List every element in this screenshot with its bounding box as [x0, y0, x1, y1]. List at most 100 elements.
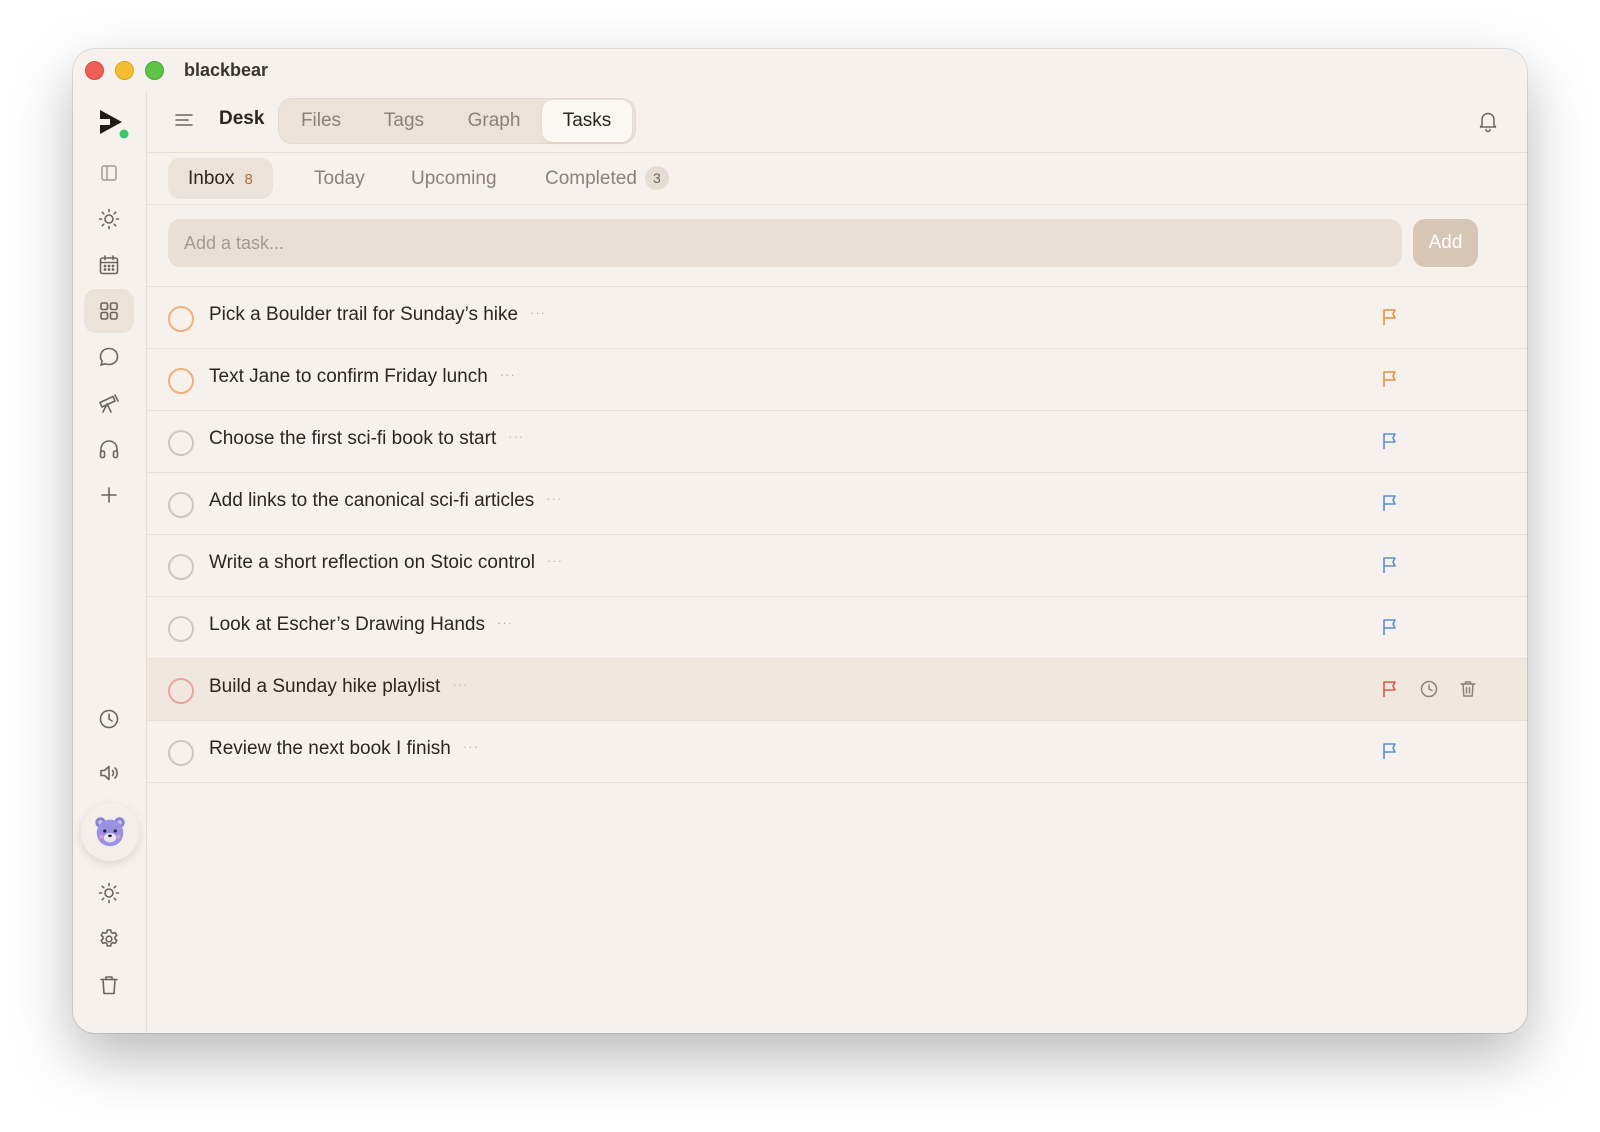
bear-avatar [95, 817, 125, 847]
add-task-row: Add [147, 205, 1527, 287]
telescope-icon [99, 394, 119, 413]
grid-icon [100, 302, 118, 320]
top-bar: Desk Files Tags Graph Tasks [147, 91, 1527, 153]
close-window-button[interactable] [85, 61, 104, 80]
logo-icon[interactable] [95, 105, 131, 141]
task-more-indicator[interactable]: ··· [508, 429, 524, 444]
task-row[interactable]: Choose the first sci-fi book to start ··· [147, 411, 1527, 473]
flag-icon[interactable] [1380, 741, 1400, 761]
zoom-window-button[interactable] [145, 61, 164, 80]
view-switcher: Files Tags Graph Tasks [278, 98, 636, 144]
inbox-count: 8 [244, 171, 253, 188]
subtab-completed[interactable]: Completed 3 [545, 158, 669, 199]
flag-icon[interactable] [1380, 617, 1400, 637]
settings-button[interactable] [84, 917, 134, 961]
task-more-indicator[interactable]: ··· [463, 739, 479, 754]
sidebar-item-sound[interactable] [84, 751, 134, 795]
sidebar-toggle-button[interactable] [84, 151, 134, 195]
task-title-text: Review the next book I finish [209, 738, 451, 759]
task-more-indicator[interactable]: ··· [530, 305, 546, 320]
task-title[interactable]: Add links to the canonical sci-fi articl… [209, 490, 562, 512]
tab-files[interactable]: Files [287, 99, 355, 143]
task-checkbox[interactable] [168, 306, 194, 332]
sidebar-item-chat[interactable] [84, 335, 134, 379]
task-title[interactable]: Review the next book I finish ··· [209, 738, 479, 760]
task-filter-tabs: Inbox 8 Today Upcoming Completed 3 [147, 153, 1527, 205]
sidebar-item-today[interactable] [84, 197, 134, 241]
task-title[interactable]: Choose the first sci-fi book to start ··· [209, 428, 524, 450]
task-checkbox[interactable] [168, 492, 194, 518]
tab-tasks[interactable]: Tasks [542, 100, 632, 142]
trash-button[interactable] [84, 963, 134, 1007]
tab-tags[interactable]: Tags [371, 99, 437, 143]
calendar-icon [99, 255, 119, 275]
app-window: blackbear Desk Files Tags Graph Tasks In… [73, 49, 1527, 1033]
sidebar-item-audio[interactable] [84, 427, 134, 471]
sidebar [73, 91, 147, 1033]
task-more-indicator[interactable]: ··· [497, 615, 513, 630]
desk-title: Desk [219, 108, 265, 129]
sidebar-toggle-icon [101, 165, 117, 181]
task-row[interactable]: Write a short reflection on Stoic contro… [147, 535, 1527, 597]
task-title[interactable]: Look at Escher’s Drawing Hands ··· [209, 614, 513, 636]
flag-icon[interactable] [1380, 307, 1400, 327]
task-checkbox[interactable] [168, 616, 194, 642]
task-row[interactable]: Text Jane to confirm Friday lunch ··· [147, 349, 1527, 411]
clock-icon [99, 709, 119, 729]
menu-icon[interactable] [173, 109, 195, 131]
tab-graph[interactable]: Graph [453, 99, 535, 143]
task-row[interactable]: Build a Sunday hike playlist ··· [147, 659, 1527, 721]
task-checkbox[interactable] [168, 554, 194, 580]
sidebar-add-button[interactable] [84, 473, 134, 517]
sidebar-item-history[interactable] [84, 697, 134, 741]
task-checkbox[interactable] [168, 368, 194, 394]
sidebar-item-calendar[interactable] [84, 243, 134, 287]
task-title-text: Look at Escher’s Drawing Hands [209, 614, 485, 635]
task-more-indicator[interactable]: ··· [452, 677, 468, 692]
subtab-inbox[interactable]: Inbox 8 [168, 158, 273, 199]
trash-icon[interactable] [1458, 679, 1478, 699]
flag-icon[interactable] [1380, 431, 1400, 451]
task-list: Pick a Boulder trail for Sunday’s hike ··… [147, 287, 1527, 783]
task-checkbox[interactable] [168, 740, 194, 766]
add-task-button[interactable]: Add [1413, 219, 1478, 267]
task-title-text: Build a Sunday hike playlist [209, 676, 441, 697]
flag-icon[interactable] [1380, 555, 1400, 575]
task-more-indicator[interactable]: ··· [546, 491, 562, 506]
task-title-text: Choose the first sci-fi book to start [209, 428, 497, 449]
task-row[interactable]: Pick a Boulder trail for Sunday’s hike ··… [147, 287, 1527, 349]
subtab-today[interactable]: Today [314, 158, 365, 199]
flag-icon[interactable] [1380, 369, 1400, 389]
task-title[interactable]: Build a Sunday hike playlist ··· [209, 676, 468, 698]
sidebar-item-desk[interactable] [84, 289, 134, 333]
sidebar-item-explore[interactable] [84, 381, 134, 425]
task-more-indicator[interactable]: ··· [500, 367, 516, 382]
task-row[interactable]: Review the next book I finish ··· [147, 721, 1527, 783]
add-task-input[interactable] [168, 219, 1402, 267]
flag-icon[interactable] [1380, 493, 1400, 513]
chat-icon [99, 347, 119, 366]
theme-toggle-button[interactable] [84, 871, 134, 915]
bell-icon[interactable] [1477, 109, 1499, 133]
task-title[interactable]: Text Jane to confirm Friday lunch ··· [209, 366, 516, 388]
title-bar: blackbear [73, 49, 1527, 91]
user-avatar[interactable] [81, 803, 139, 861]
task-row[interactable]: Add links to the canonical sci-fi articl… [147, 473, 1527, 535]
subtab-upcoming[interactable]: Upcoming [411, 158, 497, 199]
sun-icon [98, 882, 120, 904]
task-more-indicator[interactable]: ··· [547, 553, 563, 568]
minimize-window-button[interactable] [115, 61, 134, 80]
task-checkbox[interactable] [168, 430, 194, 456]
gear-icon [100, 929, 118, 947]
clock-icon[interactable] [1419, 679, 1439, 699]
plus-icon [101, 487, 117, 503]
trash-icon [100, 976, 118, 995]
completed-count-badge: 3 [644, 166, 669, 190]
app-title: blackbear [184, 60, 269, 80]
task-title[interactable]: Write a short reflection on Stoic contro… [209, 552, 563, 574]
task-title[interactable]: Pick a Boulder trail for Sunday’s hike ··… [209, 304, 546, 326]
sun-icon [98, 208, 120, 230]
flag-icon[interactable] [1380, 679, 1400, 699]
task-checkbox[interactable] [168, 678, 194, 704]
task-row[interactable]: Look at Escher’s Drawing Hands ··· [147, 597, 1527, 659]
